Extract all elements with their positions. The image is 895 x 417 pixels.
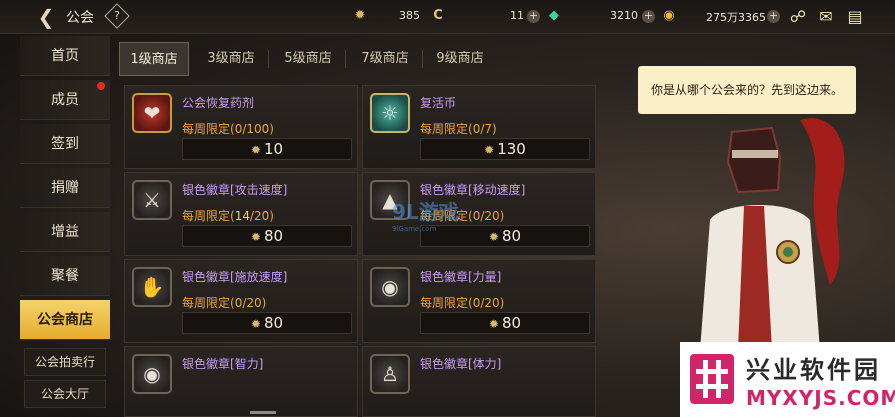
tab-divider <box>345 50 346 68</box>
item-limit: 每周限定(0/20) <box>420 296 505 310</box>
chat-icon[interactable]: ▤ <box>845 7 865 27</box>
tab-divider <box>422 50 423 68</box>
item-name: 银色徽章[攻击速度] <box>182 183 288 197</box>
gold-pot-icon[interactable]: ☍ <box>787 7 809 27</box>
notification-dot <box>97 82 105 90</box>
brand-url: MYXYJS.COM <box>746 386 895 410</box>
mail-icon[interactable]: ✉ <box>816 7 836 27</box>
gem-value: 3210 <box>610 9 638 22</box>
item-name: 银色徽章[力量] <box>420 270 502 284</box>
price-value: 80 <box>501 314 522 332</box>
gem-icon: ◆ <box>549 8 559 23</box>
sidebar-item-guild-shop[interactable]: 公会商店 <box>20 300 110 340</box>
guild-coin-icon: ✹ <box>488 317 499 331</box>
item-limit: 每周限定(0/7) <box>420 122 497 136</box>
shop-item-card[interactable]: ⚔ 银色徽章[攻击速度] 每周限定(14/20) ✹ 80 <box>124 172 358 256</box>
sidebar-item-checkin[interactable]: 签到 <box>20 124 110 164</box>
item-name: 银色徽章[智力] <box>182 357 264 371</box>
help-button[interactable]: ? <box>104 3 130 29</box>
gold-icon: ◉ <box>663 8 675 23</box>
price-value: 80 <box>263 314 284 332</box>
potion-icon: ❤ <box>132 93 172 133</box>
sidebar-item-home[interactable]: 首页 <box>20 36 110 76</box>
shop-item-card[interactable]: ♙ 银色徽章[体力] <box>362 346 596 417</box>
sidebar-item-buff[interactable]: 增益 <box>20 212 110 252</box>
top-bar: ❮ 公会 ? ✹ 385 C 11 + ◆ 3210 + ◉ 275万3365 … <box>0 0 895 34</box>
guild-coin-icon: ✹ <box>250 230 261 244</box>
price-value: 80 <box>263 227 284 245</box>
price-value: 130 <box>497 140 526 158</box>
shop-item-card[interactable]: ◉ 银色徽章[智力] <box>124 346 358 417</box>
guild-coin-icon: ✹ <box>484 143 495 157</box>
sidebar-item-dinner[interactable]: 聚餐 <box>20 256 110 296</box>
add-gem-button[interactable]: + <box>642 10 655 23</box>
question-icon: ? <box>114 9 120 22</box>
tab-shop-level-5[interactable]: 5级商店 <box>273 42 343 76</box>
price-button[interactable]: ✹ 80 <box>420 312 590 334</box>
price-button[interactable]: ✹ 10 <box>182 138 352 160</box>
brand-logo-icon <box>690 354 734 404</box>
shop-item-card[interactable]: ✋ 银色徽章[施放速度] 每周限定(0/20) ✹ 80 <box>124 259 358 343</box>
item-limit: 每周限定(0/20) <box>182 296 267 310</box>
shop-item-card[interactable]: ❤ 公会恢复药剂 每周限定(0/100) ✹ 10 <box>124 85 358 169</box>
revive-coin-icon: ☼ <box>370 93 410 133</box>
add-gold-button[interactable]: + <box>767 10 780 23</box>
guild-coin-icon: ✹ <box>488 230 499 244</box>
price-button[interactable]: ✹ 80 <box>182 225 352 247</box>
tab-shop-level-9[interactable]: 9级商店 <box>425 42 495 76</box>
item-limit: 每周限定(0/100) <box>182 122 274 136</box>
sword-badge-icon: ⚔ <box>132 180 172 220</box>
tab-shop-level-7[interactable]: 7级商店 <box>350 42 420 76</box>
tab-shop-level-1[interactable]: 1级商店 <box>119 42 189 76</box>
guild-coin-value: 385 <box>399 9 420 22</box>
eye-badge-icon: ◉ <box>132 354 172 394</box>
tab-divider <box>268 50 269 68</box>
home-indicator <box>250 411 276 414</box>
sidebar-subitem-hall[interactable]: 公会大厅 <box>24 380 106 408</box>
brand-name: 兴业软件园 <box>746 356 881 384</box>
npc-speech-bubble: 你是从哪个公会来的？先到这边来。 <box>638 66 856 114</box>
sidebar-subitem-auction[interactable]: 公会拍卖行 <box>24 348 106 376</box>
gold-value: 275万3365 <box>706 11 766 24</box>
currency-c-value: 11 <box>510 9 524 22</box>
page-title: 公会 <box>66 10 94 26</box>
watermark-center: 9L游戏 9lGame.com <box>392 200 459 233</box>
price-value: 80 <box>501 227 522 245</box>
back-arrow-icon[interactable]: ❮ <box>34 6 58 28</box>
price-button[interactable]: ✹ 80 <box>182 312 352 334</box>
item-name: 银色徽章[施放速度] <box>182 270 288 284</box>
sidebar-item-donate[interactable]: 捐赠 <box>20 168 110 208</box>
item-limit: 每周限定(14/20) <box>182 209 274 223</box>
shop-item-card[interactable]: ☼ 复活币 每周限定(0/7) ✹ 130 <box>362 85 596 169</box>
item-name: 银色徽章[体力] <box>420 357 502 371</box>
fist-badge-icon: ◉ <box>370 267 410 307</box>
hand-badge-icon: ✋ <box>132 267 172 307</box>
item-name: 复活币 <box>420 96 457 110</box>
watermark-brand: 兴业软件园 MYXYJS.COM <box>680 342 895 417</box>
shop-item-card[interactable]: ◉ 银色徽章[力量] 每周限定(0/20) ✹ 80 <box>362 259 596 343</box>
guild-coin-icon: ✹ <box>250 317 261 331</box>
tab-shop-level-3[interactable]: 3级商店 <box>196 42 266 76</box>
guild-coin-icon: ✹ <box>354 8 366 23</box>
price-value: 10 <box>263 140 284 158</box>
body-badge-icon: ♙ <box>370 354 410 394</box>
currency-c-icon: C <box>433 8 443 23</box>
price-button[interactable]: ✹ 130 <box>420 138 590 160</box>
item-name: 公会恢复药剂 <box>182 96 255 110</box>
add-currency-c-button[interactable]: + <box>527 10 540 23</box>
guild-coin-icon: ✹ <box>250 143 261 157</box>
